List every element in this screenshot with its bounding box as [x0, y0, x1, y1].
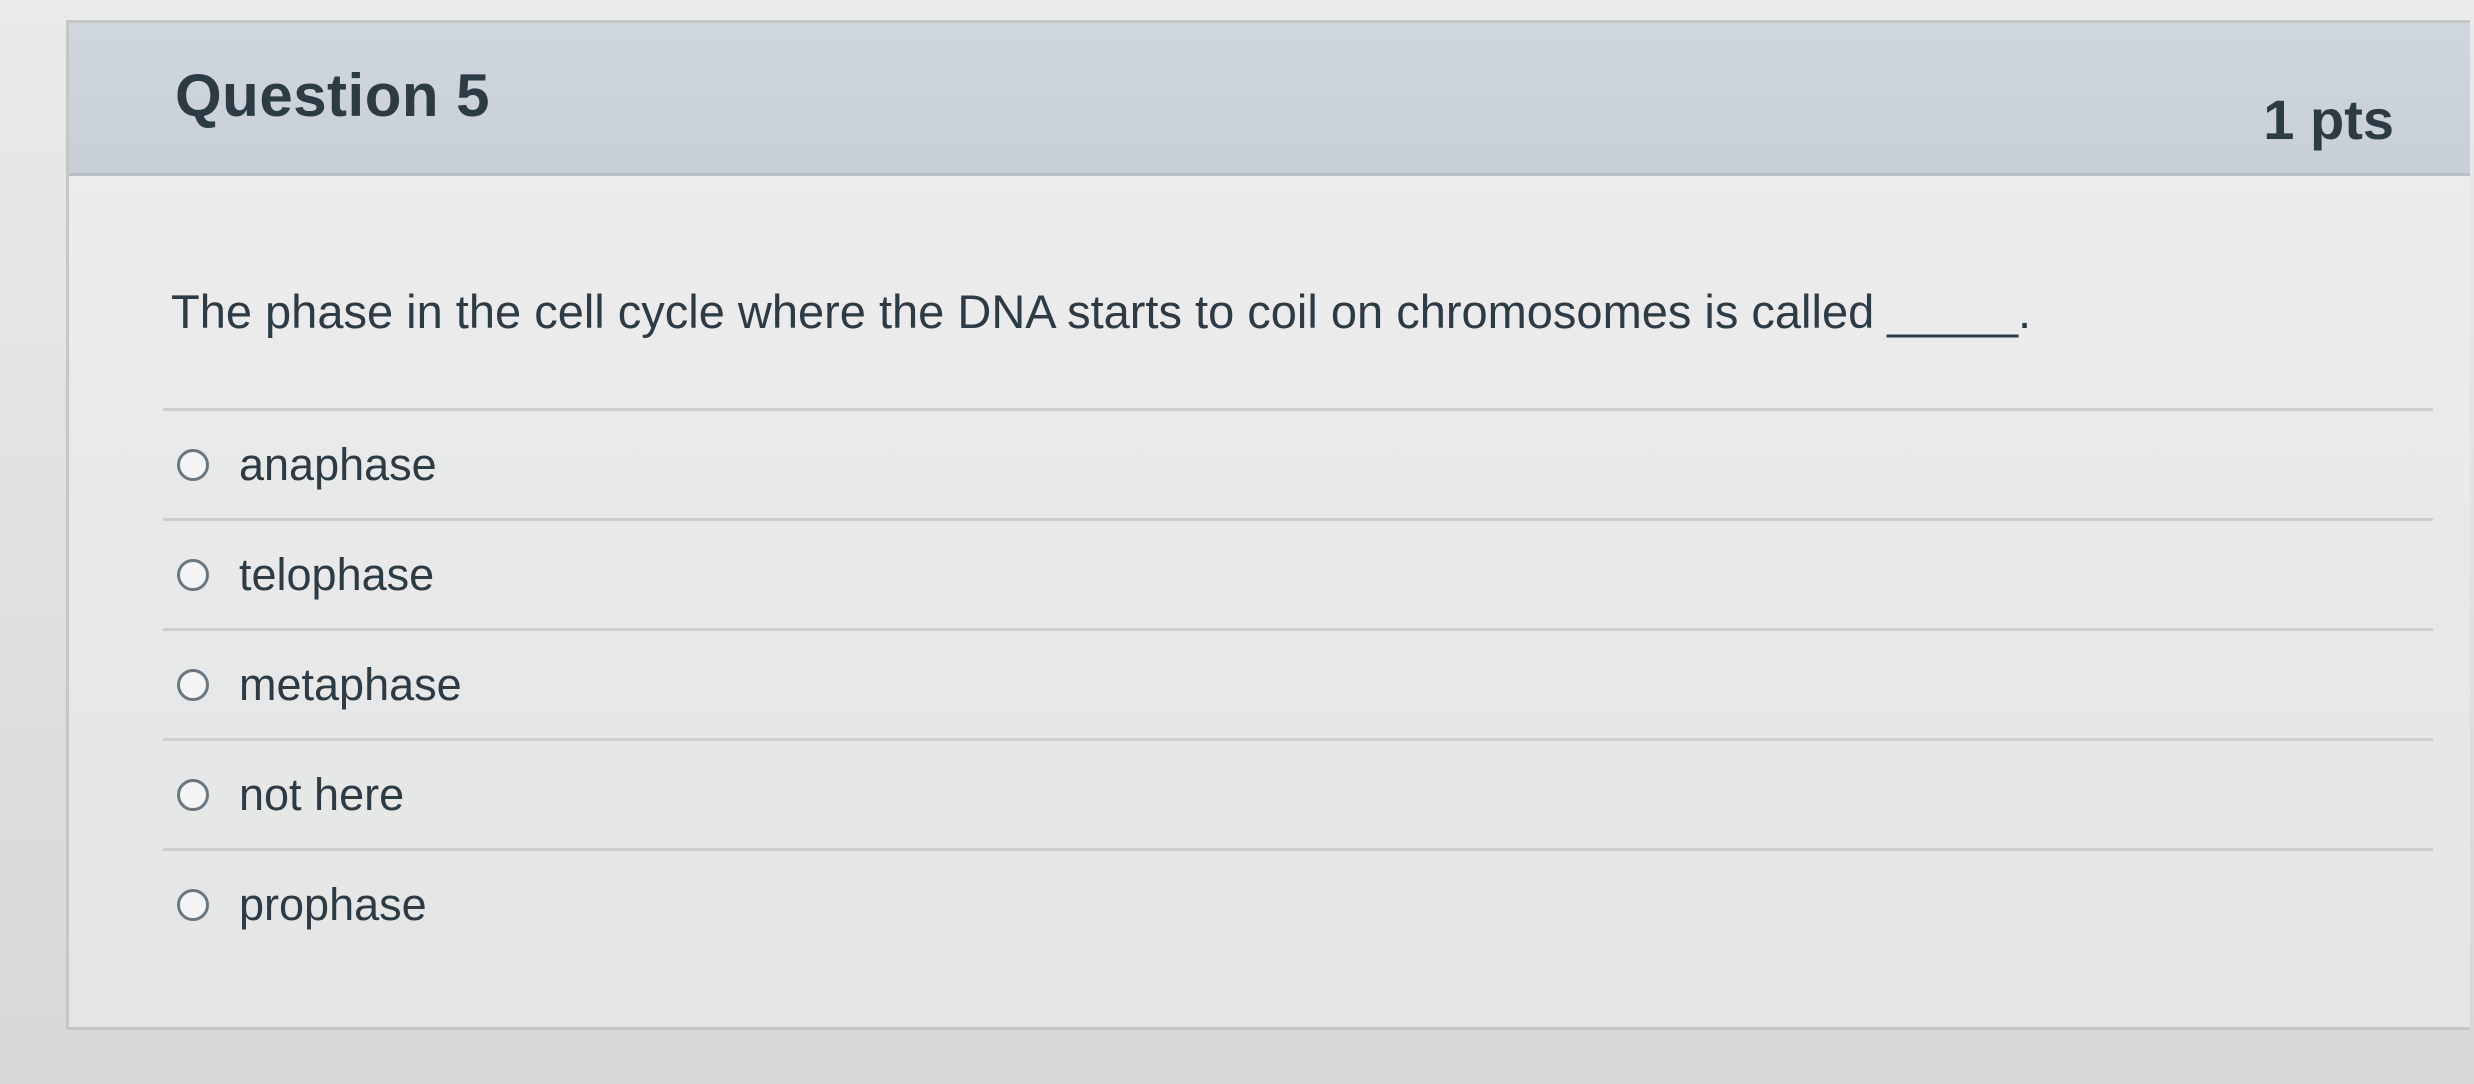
points-label: 1 pts — [2263, 88, 2394, 151]
answer-label[interactable]: anaphase — [239, 439, 437, 491]
answer-label[interactable]: prophase — [239, 879, 427, 931]
radio-button-icon[interactable] — [177, 558, 209, 591]
question-text: The phase in the cell cycle where the DN… — [171, 285, 2032, 338]
radio-button-icon[interactable] — [177, 888, 209, 921]
answer-option-not-here[interactable]: not here — [163, 738, 2433, 848]
answer-label[interactable]: not here — [239, 769, 404, 821]
question-header: Question 5 1 pts — [69, 23, 2470, 176]
radio-button-icon[interactable] — [177, 448, 209, 481]
answer-label[interactable]: metaphase — [239, 659, 462, 711]
answer-option-telophase[interactable]: telophase — [163, 518, 2433, 628]
answer-list: anaphase telophase metaphase not here pr… — [163, 408, 2433, 958]
radio-button-icon[interactable] — [177, 668, 209, 701]
question-title: Question 5 — [175, 62, 491, 129]
answer-option-prophase[interactable]: prophase — [163, 848, 2433, 958]
answer-option-metaphase[interactable]: metaphase — [163, 628, 2433, 738]
answer-option-anaphase[interactable]: anaphase — [163, 408, 2433, 518]
radio-button-icon[interactable] — [177, 778, 209, 811]
answer-label[interactable]: telophase — [239, 549, 434, 601]
question-card: Question 5 1 pts The phase in the cell c… — [66, 20, 2470, 1030]
